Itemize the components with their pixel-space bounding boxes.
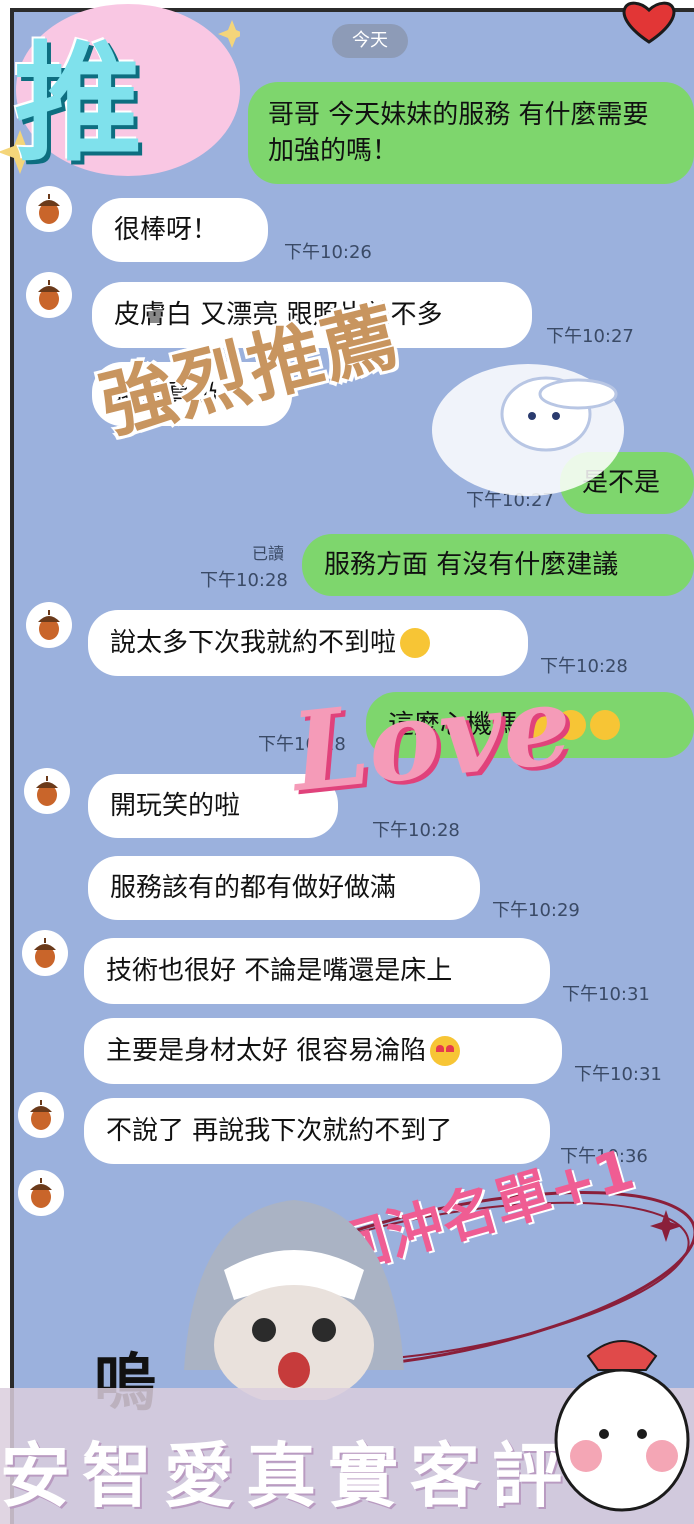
heart-eyes-emoji-icon <box>430 1036 461 1066</box>
message-time: 下午10:29 <box>492 900 580 921</box>
footer-caption: 安智愛真實客評 <box>0 1435 574 1517</box>
message-text: 說太多下次我就約不到啦 <box>110 628 397 658</box>
read-receipt: 已讀 <box>252 544 285 563</box>
incoming-message[interactable]: 不說了 再說我下次就約不到了 <box>84 1098 550 1164</box>
message-time: 下午10:28 <box>372 820 460 841</box>
incoming-message[interactable]: 服務該有的都有做好做滿 <box>88 856 480 920</box>
acorn-icon <box>30 1100 52 1130</box>
incoming-message[interactable]: 技術也很好 不論是嘴還是床上 <box>84 938 550 1004</box>
outgoing-message[interactable]: 是不是 <box>560 452 694 514</box>
incoming-message[interactable]: 主要是身材太好 很容易淪陷 <box>84 1018 562 1084</box>
acorn-icon <box>38 194 60 224</box>
message-time: 下午10:31 <box>574 1064 662 1085</box>
contact-avatar[interactable] <box>26 602 72 648</box>
sticker-cheng: 推 <box>14 29 143 179</box>
acorn-icon <box>36 776 58 806</box>
contact-avatar[interactable] <box>24 768 70 814</box>
laughing-emoji-icon <box>590 710 621 740</box>
rofl-emoji-icon <box>400 628 431 658</box>
acorn-icon <box>30 1178 52 1208</box>
outgoing-message[interactable]: 哥哥 今天妹妹的服務 有什麼需要加強的嗎！ <box>248 82 694 184</box>
acorn-icon <box>38 610 60 640</box>
acorn-icon <box>38 280 60 310</box>
message-time: 下午10:26 <box>284 242 372 263</box>
message-time: 下午10:27 <box>466 490 554 511</box>
message-time: 下午10:27 <box>546 326 634 347</box>
acorn-icon <box>34 938 56 968</box>
message-time: 下午10:28 <box>200 570 288 591</box>
review-screenshot: 今天 哥哥 今天妹妹的服務 有什麼需要加強的嗎！ 很棒呀！ 下午10:26 皮膚… <box>0 0 694 1524</box>
contact-avatar[interactable] <box>26 186 72 232</box>
date-divider: 今天 <box>332 24 408 58</box>
outgoing-message[interactable]: 服務方面 有沒有什麼建議 <box>302 534 694 596</box>
contact-avatar[interactable] <box>26 272 72 318</box>
message-text: 主要是身材太好 很容易淪陷 <box>106 1036 427 1066</box>
contact-avatar[interactable] <box>18 1092 64 1138</box>
contact-avatar[interactable] <box>22 930 68 976</box>
message-time: 下午10:31 <box>562 984 650 1005</box>
incoming-message[interactable]: 很棒呀！ <box>92 198 268 262</box>
contact-avatar[interactable] <box>18 1170 64 1216</box>
incoming-message[interactable]: 說太多下次我就約不到啦 <box>88 610 528 676</box>
